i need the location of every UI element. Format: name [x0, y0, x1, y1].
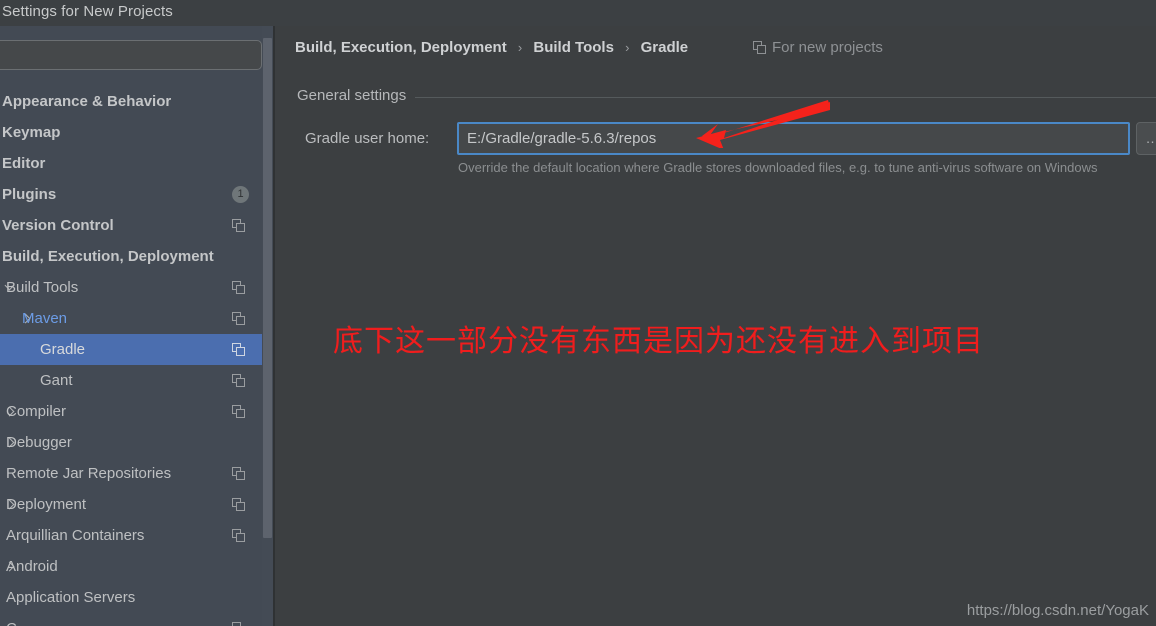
- section-title: General settings: [297, 87, 416, 104]
- breadcrumb-item-build-execution-deployment[interactable]: Build, Execution, Deployment: [295, 39, 507, 56]
- sidebar-item-editor[interactable]: Editor: [0, 148, 273, 179]
- copy-icon: [232, 467, 245, 480]
- sidebar-scrollbar-thumb[interactable]: [263, 38, 272, 538]
- breadcrumb-separator-icon: ›: [517, 40, 523, 55]
- sidebar-search-row: [0, 40, 262, 70]
- sidebar-item-label: Gradle: [40, 341, 86, 358]
- sidebar-item-keymap[interactable]: Keymap: [0, 117, 273, 148]
- sidebar-item-label: Remote Jar Repositories: [6, 465, 172, 482]
- sidebar-item-label: Keymap: [2, 124, 61, 141]
- sidebar-item-appearance-behavior[interactable]: Appearance & Behavior: [0, 86, 273, 117]
- sidebar-item-arquillian-containers[interactable]: Arquillian Containers: [0, 520, 273, 551]
- sidebar-item-compiler[interactable]: Compiler: [0, 396, 273, 427]
- sidebar-item-maven[interactable]: Maven: [0, 303, 273, 334]
- scope-tag: For new projects: [753, 39, 883, 56]
- sidebar-item-debugger[interactable]: Debugger: [0, 427, 273, 458]
- sidebar-item-label: Compiler: [6, 403, 67, 420]
- sidebar-item-label: Application Servers: [6, 589, 136, 606]
- copy-icon: [232, 374, 245, 387]
- search-input[interactable]: [0, 40, 262, 70]
- sidebar-item-label: Appearance & Behavior: [2, 93, 172, 110]
- browse-button[interactable]: …: [1136, 122, 1156, 155]
- breadcrumb: Build, Execution, Deployment › Build Too…: [295, 39, 688, 56]
- copy-icon: [232, 343, 245, 356]
- sidebar-item-label: Debugger: [6, 434, 72, 451]
- section-divider: [297, 97, 1156, 98]
- sidebar-item-version-control[interactable]: Version Control: [0, 210, 273, 241]
- gradle-user-home-label: Gradle user home:: [305, 130, 430, 147]
- sidebar-item-label: Editor: [2, 155, 46, 172]
- sidebar-item-label: Android: [6, 558, 58, 575]
- gradle-user-home-hint: Override the default location where Grad…: [458, 160, 1098, 175]
- sidebar-item-label: Version Control: [2, 217, 114, 234]
- sidebar-item-label: Build Tools: [6, 279, 79, 296]
- copy-icon: [232, 498, 245, 511]
- sidebar-item-c[interactable]: C: [0, 613, 273, 626]
- breadcrumb-item-gradle[interactable]: Gradle: [641, 39, 689, 56]
- settings-content-pane: Build, Execution, Deployment › Build Too…: [275, 26, 1156, 626]
- sidebar-item-label: C: [6, 613, 17, 626]
- copy-icon: [232, 622, 245, 626]
- sidebar-item-android[interactable]: Android: [0, 551, 273, 582]
- copy-icon: [232, 312, 245, 325]
- copy-icon: [232, 219, 245, 232]
- copy-icon: [232, 529, 245, 542]
- sidebar-item-label: Maven: [22, 310, 68, 327]
- sidebar-item-deployment[interactable]: Deployment: [0, 489, 273, 520]
- sidebar-item-label: Plugins: [2, 186, 57, 203]
- sidebar-item-label: Deployment: [6, 496, 87, 513]
- scope-tag-label: For new projects: [772, 39, 883, 56]
- sidebar-item-build-tools[interactable]: Build Tools: [0, 272, 273, 303]
- copy-icon: [232, 405, 245, 418]
- copy-icon: [753, 41, 766, 54]
- sidebar-item-plugins[interactable]: Plugins 1: [0, 179, 273, 210]
- browse-button-label: …: [1137, 125, 1156, 152]
- sidebar-item-build-execution-deployment[interactable]: Build, Execution, Deployment: [0, 241, 273, 272]
- sidebar-item-label: Arquillian Containers: [6, 527, 145, 544]
- sidebar-item-gradle[interactable]: Gradle: [0, 334, 273, 365]
- red-arrow-annotation-icon: [696, 100, 830, 148]
- sidebar-item-label: Gant: [40, 372, 73, 389]
- sidebar-item-application-servers[interactable]: Application Servers: [0, 582, 273, 613]
- breadcrumb-item-build-tools[interactable]: Build Tools: [533, 39, 614, 56]
- watermark: https://blog.csdn.net/YogaK: [966, 602, 1149, 619]
- sidebar-item-remote-jar-repositories[interactable]: Remote Jar Repositories: [0, 458, 273, 489]
- breadcrumb-separator-icon: ›: [625, 40, 630, 55]
- plugins-update-badge: 1: [232, 186, 249, 203]
- window-title-bar: Settings for New Projects: [0, 0, 1156, 26]
- settings-sidebar: Appearance & Behavior Keymap Editor Plugins…: [0, 26, 273, 626]
- window-title: Settings for New Projects: [2, 3, 173, 20]
- sidebar-item-gant[interactable]: Gant: [0, 365, 273, 396]
- settings-tree: Appearance & Behavior Keymap Editor Plugins…: [0, 86, 273, 626]
- sidebar-item-label: Build, Execution, Deployment: [2, 248, 214, 265]
- red-annotation-text: 底下这一部分没有东西是因为还没有进入到项目: [333, 324, 984, 359]
- copy-icon: [232, 281, 245, 294]
